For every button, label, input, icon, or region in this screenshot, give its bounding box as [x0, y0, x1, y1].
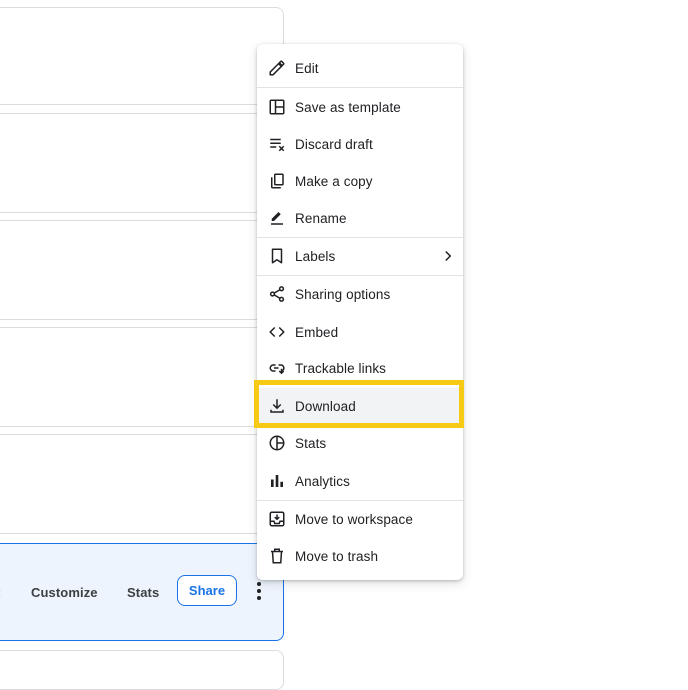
- menu-item-make-a-copy[interactable]: Make a copy: [257, 163, 463, 199]
- trash-icon: [267, 546, 287, 566]
- card-action-bar: : Customize Stats Share: [0, 544, 283, 640]
- menu-item-label: Move to workspace: [295, 511, 413, 527]
- content-card[interactable]: [0, 113, 284, 213]
- bar-chart-icon: [267, 471, 287, 491]
- menu-item-sharing-options[interactable]: Sharing options: [257, 276, 463, 312]
- menu-item-download[interactable]: Download: [257, 388, 463, 424]
- share-button[interactable]: Share: [177, 575, 237, 606]
- menu-item-discard-draft[interactable]: Discard draft: [257, 126, 463, 162]
- menu-item-save-as-template[interactable]: Save as template: [257, 89, 463, 125]
- menu-item-label: Rename: [295, 210, 347, 226]
- template-icon: [267, 97, 287, 117]
- download-icon: [267, 396, 287, 416]
- menu-item-label: Save as template: [295, 99, 401, 115]
- truncated-action-text: :: [0, 585, 1, 600]
- content-card[interactable]: [0, 434, 284, 534]
- code-icon: [267, 322, 287, 342]
- menu-item-move-to-workspace[interactable]: Move to workspace: [257, 501, 463, 537]
- menu-item-labels[interactable]: Labels: [257, 238, 463, 274]
- chevron-right-icon: [445, 250, 452, 262]
- discard-icon: [267, 134, 287, 154]
- share-icon: [267, 284, 287, 304]
- menu-item-stats[interactable]: Stats: [257, 425, 463, 461]
- menu-item-label: Discard draft: [295, 136, 373, 152]
- copy-icon: [267, 171, 287, 191]
- menu-item-label: Labels: [295, 248, 336, 264]
- content-card[interactable]: [0, 220, 284, 320]
- more-vert-icon[interactable]: [251, 582, 267, 600]
- menu-item-rename[interactable]: Rename: [257, 200, 463, 236]
- bookmark-icon: [267, 246, 287, 266]
- content-card[interactable]: [0, 650, 284, 690]
- menu-divider: [257, 87, 463, 88]
- pie-chart-icon: [267, 433, 287, 453]
- selected-content-card[interactable]: : Customize Stats Share: [0, 543, 284, 641]
- menu-item-label: Download: [295, 398, 356, 414]
- menu-item-label: Stats: [295, 435, 327, 451]
- menu-item-trackable-links[interactable]: Trackable links: [257, 350, 463, 386]
- menu-item-label: Trackable links: [295, 360, 387, 376]
- content-card[interactable]: [0, 7, 284, 105]
- menu-item-label: Move to trash: [295, 548, 379, 564]
- context-menu: Edit Save as template Discard draft Make…: [257, 44, 463, 580]
- menu-item-label: Analytics: [295, 473, 350, 489]
- link-icon: [267, 358, 287, 378]
- menu-item-embed[interactable]: Embed: [257, 314, 463, 350]
- content-card[interactable]: [0, 327, 284, 427]
- stats-button[interactable]: Stats: [127, 585, 159, 600]
- menu-item-move-to-trash[interactable]: Move to trash: [257, 538, 463, 574]
- menu-item-edit[interactable]: Edit: [257, 50, 463, 86]
- customize-button[interactable]: Customize: [31, 585, 98, 600]
- move-to-inbox-icon: [267, 509, 287, 529]
- rename-icon: [267, 208, 287, 228]
- menu-item-analytics[interactable]: Analytics: [257, 463, 463, 499]
- pencil-icon: [267, 58, 287, 78]
- menu-item-label: Edit: [295, 60, 319, 76]
- menu-item-label: Embed: [295, 324, 339, 340]
- menu-item-label: Sharing options: [295, 286, 391, 302]
- menu-item-label: Make a copy: [295, 173, 373, 189]
